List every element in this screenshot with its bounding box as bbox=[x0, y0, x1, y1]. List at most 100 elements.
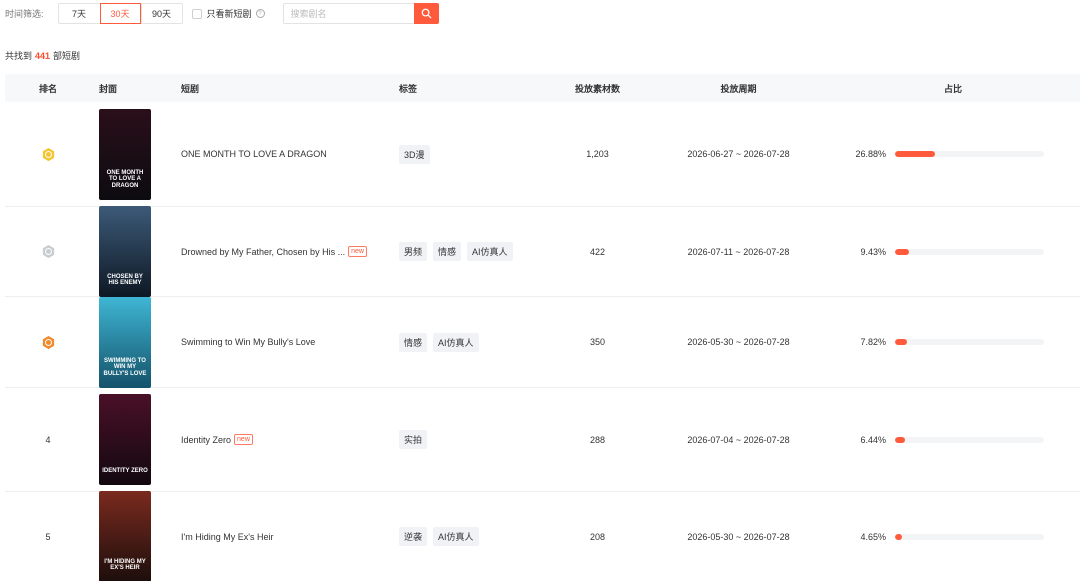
table-row[interactable]: 5 I'M HIDING MY EX'S HEIR I'm Hiding My … bbox=[5, 491, 1080, 581]
share-cell: 9.43% bbox=[826, 247, 1080, 257]
period: 2026-07-11 ~ 2026-07-28 bbox=[687, 246, 790, 257]
time-filter-label: 时间筛选: bbox=[5, 9, 44, 19]
share-percent: 6.44% bbox=[860, 434, 886, 445]
share-bar-track bbox=[895, 533, 1044, 540]
col-title: 短剧 bbox=[181, 83, 200, 94]
title-cell: I'm Hiding My Ex's Heir bbox=[181, 532, 399, 542]
share-bar-fill bbox=[895, 248, 910, 255]
col-cover: 封面 bbox=[99, 83, 118, 94]
result-suffix: 部短剧 bbox=[53, 51, 81, 61]
share-bar-fill bbox=[895, 339, 907, 345]
tag: 男频 bbox=[399, 242, 428, 261]
period: 2026-05-30 ~ 2026-07-28 bbox=[687, 337, 790, 347]
col-tags: 标签 bbox=[399, 83, 418, 94]
filter-bar: 时间筛选: 7天 30天 90天 只看新短剧 ? bbox=[5, 3, 439, 24]
cover-image[interactable]: IDENTITY ZERO bbox=[99, 394, 151, 485]
cover-cell: I'M HIDING MY EX'S HEIR bbox=[91, 491, 181, 581]
tag: 情感 bbox=[399, 332, 428, 352]
share-percent: 26.88% bbox=[855, 149, 886, 159]
share-percent: 4.65% bbox=[860, 531, 886, 542]
share-bar-track bbox=[895, 248, 1044, 255]
gold-medal-icon bbox=[41, 147, 56, 162]
title-cell: Drowned by My Father, Chosen by His ... n… bbox=[181, 246, 399, 257]
drama-title[interactable]: Identity Zero bbox=[181, 435, 231, 445]
material-count: 208 bbox=[589, 531, 606, 542]
share-percent: 7.82% bbox=[860, 337, 886, 347]
rank-number: 5 bbox=[45, 531, 51, 542]
share-bar-track bbox=[895, 436, 1044, 443]
time-option-7d[interactable]: 7天 bbox=[59, 4, 100, 23]
share-percent: 9.43% bbox=[860, 246, 886, 257]
rank-cell bbox=[5, 335, 91, 350]
tag: AI仿真人 bbox=[433, 527, 479, 546]
rank-cell: 4 bbox=[5, 435, 91, 445]
material-count: 288 bbox=[589, 434, 606, 445]
new-only-toggle[interactable]: 只看新短剧 ? bbox=[191, 7, 265, 20]
share-cell: 4.65% bbox=[826, 532, 1080, 542]
title-cell: Swimming to Win My Bully's Love bbox=[181, 337, 399, 347]
cover-cell: SWIMMING TO WIN MY BULLY'S LOVE bbox=[91, 296, 181, 388]
title-cell: Identity Zero new bbox=[181, 434, 399, 445]
help-icon[interactable]: ? bbox=[255, 9, 265, 18]
share-cell: 26.88% bbox=[826, 149, 1080, 159]
tag: 逆袭 bbox=[399, 527, 428, 546]
material-count: 422 bbox=[589, 246, 606, 257]
tag: 3D漫 bbox=[399, 144, 430, 164]
tag: AI仿真人 bbox=[467, 242, 513, 261]
tag: AI仿真人 bbox=[433, 332, 479, 352]
search-button[interactable] bbox=[413, 3, 439, 24]
period: 2026-05-30 ~ 2026-07-28 bbox=[687, 531, 790, 542]
new-only-label[interactable]: 只看新短剧 bbox=[207, 7, 252, 20]
drama-title[interactable]: Swimming to Win My Bully's Love bbox=[181, 337, 315, 347]
col-share: 占比 bbox=[943, 83, 962, 94]
drama-title[interactable]: ONE MONTH TO LOVE A DRAGON bbox=[181, 149, 327, 159]
cover-image[interactable]: CHOSEN BY HIS ENEMY bbox=[99, 206, 151, 297]
result-prefix: 共找到 bbox=[5, 51, 33, 61]
cover-title: I'M HIDING MY EX'S HEIR bbox=[104, 558, 146, 572]
share-bar-fill bbox=[895, 533, 902, 540]
table-body: ONE MONTH TO LOVE A DRAGON ONE MONTH TO … bbox=[5, 102, 1080, 581]
time-option-90d[interactable]: 90天 bbox=[140, 4, 182, 23]
share-bar-fill bbox=[895, 436, 905, 443]
drama-title[interactable]: I'm Hiding My Ex's Heir bbox=[181, 532, 273, 542]
cover-cell: CHOSEN BY HIS ENEMY bbox=[91, 206, 181, 297]
cover-cell: ONE MONTH TO LOVE A DRAGON bbox=[91, 108, 181, 200]
table-row[interactable]: SWIMMING TO WIN MY BULLY'S LOVE Swimming… bbox=[5, 296, 1080, 388]
tags-cell: 情感 AI仿真人 bbox=[399, 332, 544, 352]
period: 2026-07-04 ~ 2026-07-28 bbox=[687, 434, 790, 445]
material-count: 1,203 bbox=[586, 149, 609, 159]
material-count: 350 bbox=[589, 337, 606, 347]
new-badge: new bbox=[348, 246, 367, 257]
cover-title: ONE MONTH TO LOVE A DRAGON bbox=[106, 169, 144, 189]
table-row[interactable]: CHOSEN BY HIS ENEMY Drowned by My Father… bbox=[5, 206, 1080, 297]
time-option-30d[interactable]: 30天 bbox=[99, 3, 141, 24]
cover-image[interactable]: I'M HIDING MY EX'S HEIR bbox=[99, 491, 151, 581]
drama-title[interactable]: Drowned by My Father, Chosen by His ... bbox=[181, 247, 345, 257]
col-material-count: 投放素材数 bbox=[574, 83, 620, 94]
title-cell: ONE MONTH TO LOVE A DRAGON bbox=[181, 149, 399, 159]
share-cell: 6.44% bbox=[826, 435, 1080, 445]
table-row[interactable]: 4 IDENTITY ZERO Identity Zero new 实拍 288 … bbox=[5, 388, 1080, 492]
share-bar-fill bbox=[895, 151, 936, 157]
cover-title: CHOSEN BY HIS ENEMY bbox=[107, 273, 143, 287]
cover-image[interactable]: SWIMMING TO WIN MY BULLY'S LOVE bbox=[99, 296, 151, 388]
cover-cell: IDENTITY ZERO bbox=[91, 394, 181, 485]
rank-cell bbox=[5, 244, 91, 259]
rank-number: 4 bbox=[45, 434, 51, 445]
tags-cell: 男频 情感 AI仿真人 bbox=[399, 242, 544, 261]
rank-cell: 5 bbox=[5, 532, 91, 542]
cover-title: IDENTITY ZERO bbox=[102, 468, 148, 475]
bronze-medal-icon bbox=[41, 335, 56, 350]
period: 2026-06-27 ~ 2026-07-28 bbox=[687, 149, 790, 159]
col-rank: 排名 bbox=[38, 83, 57, 94]
new-only-checkbox[interactable] bbox=[191, 8, 202, 19]
table-header: 排名 封面 短剧 标签 投放素材数 投放周期 占比 bbox=[5, 74, 1080, 102]
search-box bbox=[282, 3, 439, 24]
cover-image[interactable]: ONE MONTH TO LOVE A DRAGON bbox=[99, 108, 151, 200]
tag: 情感 bbox=[433, 242, 462, 261]
table-row[interactable]: ONE MONTH TO LOVE A DRAGON ONE MONTH TO … bbox=[5, 102, 1080, 207]
tags-cell: 3D漫 bbox=[399, 144, 544, 164]
share-bar-track bbox=[895, 339, 1044, 345]
search-input[interactable] bbox=[282, 3, 414, 24]
tag: 实拍 bbox=[399, 430, 428, 449]
